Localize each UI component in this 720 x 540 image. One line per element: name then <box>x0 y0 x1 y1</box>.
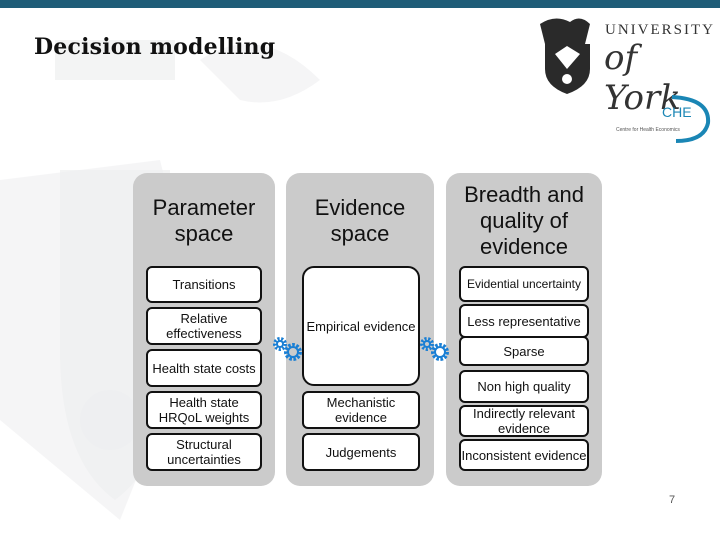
evidence-space-panel: Evidence space Empirical evidence Mechan… <box>286 173 434 486</box>
quality-item: Non high quality <box>459 370 589 403</box>
breadth-quality-panel: Breadth and quality of evidence Evidenti… <box>446 173 602 486</box>
top-bar <box>0 0 720 8</box>
quality-item: Sparse <box>459 336 589 366</box>
evidence-item: Empirical evidence <box>302 266 420 386</box>
parameter-space-panel: Parameter space Transitions Relative eff… <box>133 173 275 486</box>
gears-icon <box>273 337 302 361</box>
parameter-item: Structural uncertainties <box>146 433 262 471</box>
page-number: 7 <box>669 494 676 506</box>
quality-item: Less representative <box>459 304 589 338</box>
panel-title: Parameter space <box>152 195 256 246</box>
parameter-item: Health state HRQoL weights <box>146 391 262 429</box>
che-logo-text: CHE <box>662 104 692 120</box>
york-logo-text: UNIVERSITY <box>605 22 715 38</box>
evidence-item: Mechanistic evidence <box>302 391 420 429</box>
parameter-item: Health state costs <box>146 349 262 387</box>
panel-title: Breadth and quality of evidence <box>464 182 584 259</box>
quality-item: Inconsistent evidence <box>459 439 589 471</box>
parameter-item: Transitions <box>146 266 262 303</box>
quality-item: Indirectly relevant evidence <box>459 405 589 437</box>
parameter-item: Relative effectiveness <box>146 307 262 345</box>
panel-title: Evidence space <box>314 195 406 246</box>
che-logo-subtitle: Centre for Health Economics <box>616 127 680 133</box>
page-title: Decision modelling <box>34 34 276 60</box>
quality-item: Evidential uncertainty <box>459 266 589 302</box>
gears-icon <box>420 337 449 361</box>
evidence-item: Judgements <box>302 433 420 471</box>
